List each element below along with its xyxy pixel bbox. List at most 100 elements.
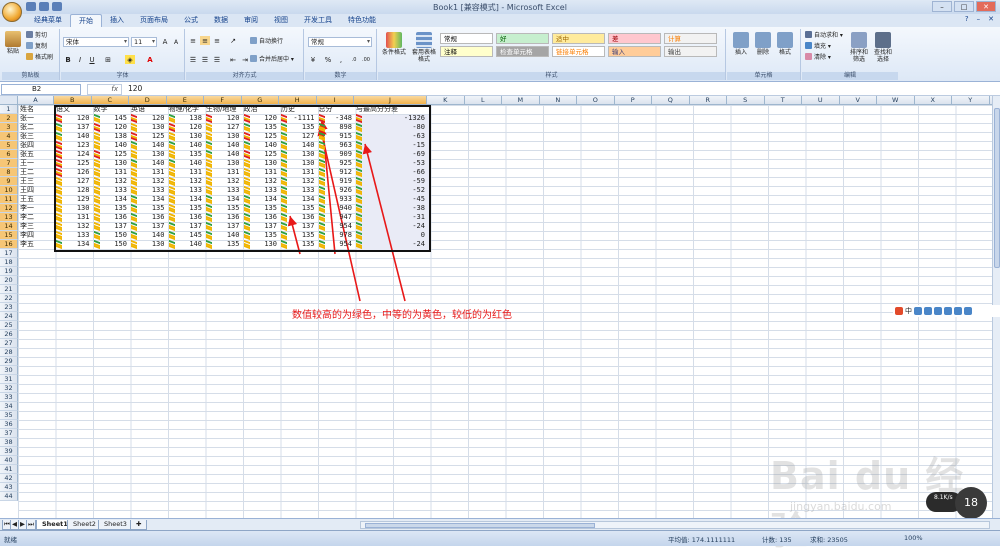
row-header[interactable]: 6	[0, 150, 18, 159]
cell[interactable]: 138	[92, 132, 130, 141]
cell[interactable]: 145	[92, 114, 130, 123]
cell[interactable]: 150	[92, 240, 130, 249]
cell[interactable]: 137	[279, 222, 317, 231]
find-select-button[interactable]: 查找和选择	[872, 32, 894, 63]
cell-style-4[interactable]: 计算	[664, 33, 717, 44]
tab-1[interactable]: 开始	[70, 14, 102, 27]
cell[interactable]: 137	[167, 222, 205, 231]
cell-style-9[interactable]: 输出	[664, 46, 717, 57]
cell-style-8[interactable]: 链接单元格	[552, 46, 605, 57]
column-header[interactable]: R	[689, 96, 727, 105]
tab-9[interactable]: 特色功能	[340, 14, 384, 27]
tab-3[interactable]: 页面布局	[132, 14, 176, 27]
cell[interactable]: 128	[54, 186, 92, 195]
close-icon[interactable]: ✕	[976, 1, 996, 12]
row-header[interactable]: 32	[0, 384, 18, 393]
cell[interactable]: 131	[242, 168, 280, 177]
increase-indent-icon[interactable]: ⇥	[240, 55, 250, 64]
orientation-icon[interactable]: ↗	[228, 36, 238, 45]
ime-mic-icon[interactable]	[934, 307, 942, 315]
cell[interactable]: 134	[54, 240, 92, 249]
cell[interactable]: 131	[54, 213, 92, 222]
row-header[interactable]: 9	[0, 177, 18, 186]
ime-tools-icon[interactable]	[964, 307, 972, 315]
number-format-select[interactable]: 常规	[308, 37, 372, 47]
column-header[interactable]: H	[279, 96, 317, 105]
column-header[interactable]: K	[427, 96, 465, 105]
font-size-select[interactable]: 11	[131, 37, 157, 47]
row-header[interactable]: 31	[0, 375, 18, 384]
ribbon-min-icon[interactable]: –	[977, 15, 981, 23]
align-top-icon[interactable]: ≡	[188, 36, 198, 45]
cell-style-5[interactable]: 检查单元格	[496, 46, 549, 57]
cell[interactable]: 130	[54, 204, 92, 213]
cell[interactable]: 132	[279, 177, 317, 186]
cell[interactable]: 120	[54, 114, 92, 123]
row-header[interactable]: 26	[0, 330, 18, 339]
cell[interactable]: 英语	[129, 105, 167, 114]
row-header[interactable]: 19	[0, 267, 18, 276]
cell[interactable]: 130	[129, 240, 167, 249]
cell[interactable]: 与最高分分差	[354, 105, 427, 114]
tab-8[interactable]: 开发工具	[296, 14, 340, 27]
currency-icon[interactable]: ¥	[308, 55, 318, 64]
cell[interactable]: 137	[242, 222, 280, 231]
row-header[interactable]: 24	[0, 312, 18, 321]
cell[interactable]: 张一	[18, 114, 54, 123]
paste-button[interactable]: 粘贴	[4, 31, 22, 55]
row-header[interactable]: 39	[0, 447, 18, 456]
cell[interactable]: 王四	[18, 186, 54, 195]
cell[interactable]: 926	[317, 186, 355, 195]
cell[interactable]: 912	[317, 168, 355, 177]
cell[interactable]: 140	[167, 141, 205, 150]
cell[interactable]: 136	[204, 213, 242, 222]
insert-button[interactable]: 插入	[731, 32, 751, 56]
row-header[interactable]: 14	[0, 222, 18, 231]
cell[interactable]: -348	[317, 114, 355, 123]
column-header[interactable]: N	[539, 96, 577, 105]
column-header[interactable]: I	[316, 96, 354, 105]
cell[interactable]: 133	[279, 186, 317, 195]
cell[interactable]: 131	[279, 168, 317, 177]
format-painter-button[interactable]: 格式刷	[26, 53, 53, 62]
clear-button[interactable]: 清除 ▾	[805, 53, 831, 62]
cell[interactable]: 总分	[317, 105, 355, 114]
cell[interactable]: 145	[167, 231, 205, 240]
align-middle-icon[interactable]: ≡	[200, 36, 210, 45]
autosum-button[interactable]: 自动求和 ▾	[805, 31, 843, 40]
cell[interactable]: 135	[204, 204, 242, 213]
cell[interactable]: 120	[92, 123, 130, 132]
cell[interactable]: 生物/地理	[204, 105, 242, 114]
cell[interactable]: -53	[354, 159, 427, 168]
cell[interactable]: 物理/化学	[167, 105, 205, 114]
cell[interactable]: 130	[279, 150, 317, 159]
minimize-icon[interactable]: –	[932, 1, 952, 12]
cell[interactable]: 131	[167, 168, 205, 177]
cell[interactable]: 135	[242, 204, 280, 213]
cell[interactable]: 136	[92, 213, 130, 222]
cell[interactable]: 135	[167, 204, 205, 213]
tab-4[interactable]: 公式	[176, 14, 206, 27]
cell[interactable]: 王三	[18, 177, 54, 186]
column-header[interactable]: A	[18, 96, 54, 105]
row-header[interactable]: 1	[0, 105, 18, 114]
ime-punct-icon[interactable]	[914, 307, 922, 315]
column-header[interactable]: G	[241, 96, 279, 105]
cell[interactable]: 909	[317, 150, 355, 159]
cell[interactable]: 135	[279, 240, 317, 249]
row-header[interactable]: 4	[0, 132, 18, 141]
row-header[interactable]: 15	[0, 231, 18, 240]
italic-icon[interactable]: I	[75, 55, 85, 64]
cell[interactable]: -52	[354, 186, 427, 195]
column-header[interactable]: U	[802, 96, 840, 105]
ime-logo-icon[interactable]	[895, 307, 903, 315]
column-header[interactable]: V	[839, 96, 877, 105]
cell[interactable]: 132	[92, 177, 130, 186]
cell[interactable]: 120	[204, 114, 242, 123]
column-header[interactable]: M	[502, 96, 540, 105]
sheet-nav-icon[interactable]: ⏭	[26, 520, 36, 530]
cell[interactable]: 131	[92, 168, 130, 177]
underline-icon[interactable]: U	[87, 55, 97, 64]
net-speed-widget[interactable]: 18	[955, 487, 987, 519]
cell-style-2[interactable]: 好	[496, 33, 549, 44]
